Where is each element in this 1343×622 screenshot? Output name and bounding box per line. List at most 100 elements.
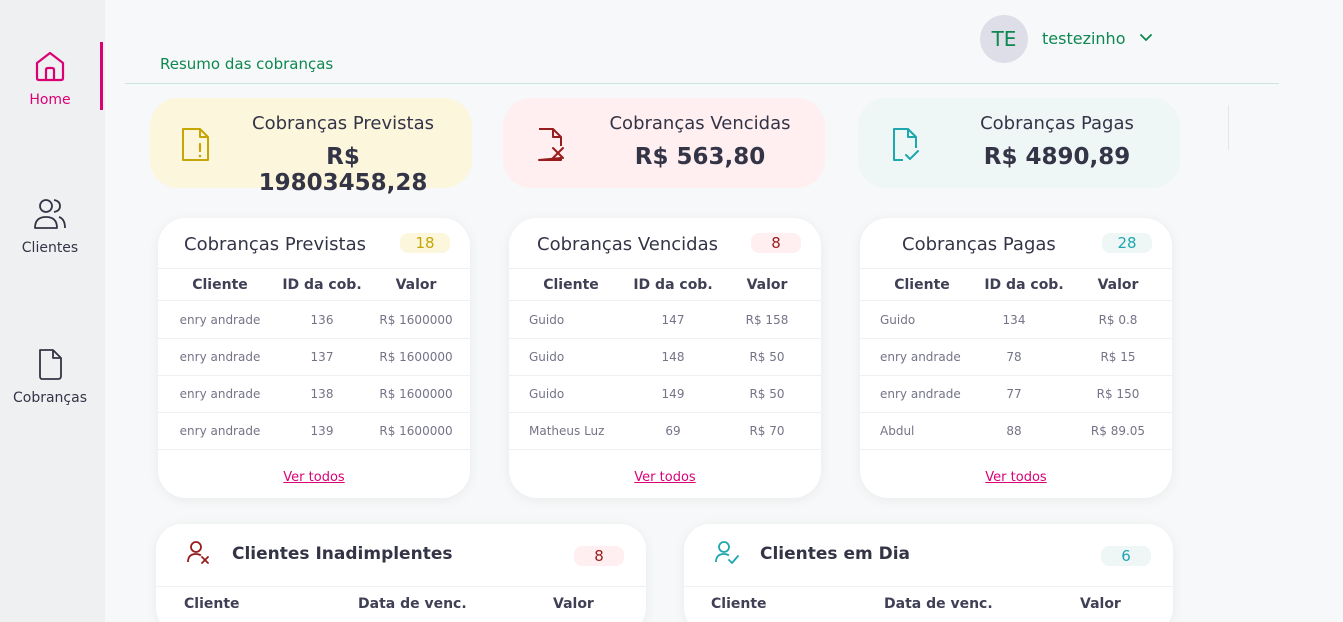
summary-value: R$ 19803458,28 xyxy=(258,144,428,196)
column-header: ID da cob. xyxy=(633,277,713,293)
ver-todos-link[interactable]: Ver todos xyxy=(158,470,470,485)
cell-id: 69 xyxy=(665,424,681,438)
chevron-down-icon[interactable] xyxy=(1139,32,1153,44)
summary-label: Cobranças Pagas xyxy=(980,113,1134,134)
table-row[interactable]: Matheus Luz 69 R$ 70 xyxy=(509,413,821,450)
document-icon xyxy=(39,349,62,380)
column-header: Data de venc. xyxy=(358,596,467,612)
column-header: Data de venc. xyxy=(884,596,993,612)
ver-todos-link[interactable]: Ver todos xyxy=(509,470,821,485)
table-header: Cliente ID da cob. Valor xyxy=(860,268,1172,301)
sidebar: Home Clientes Cobranças xyxy=(0,0,105,622)
table-row[interactable]: Guido 148 R$ 50 xyxy=(509,339,821,376)
cell-id: 136 xyxy=(310,313,334,327)
cell-cliente: Guido xyxy=(880,313,916,327)
avatar[interactable]: TE xyxy=(980,15,1028,63)
table-row[interactable]: Guido 149 R$ 50 xyxy=(509,376,821,413)
count-badge: 8 xyxy=(751,233,801,253)
divider xyxy=(684,586,1173,587)
cell-cliente: enry andrade xyxy=(880,387,961,401)
column-header: Cliente xyxy=(192,277,248,293)
cell-cliente: Guido xyxy=(529,313,565,327)
table-row[interactable]: enry andrade 138 R$ 1600000 xyxy=(158,376,470,413)
sidebar-item-clientes[interactable]: Clientes xyxy=(0,196,100,256)
table-row[interactable]: enry andrade 137 R$ 1600000 xyxy=(158,339,470,376)
document-check-icon xyxy=(893,128,919,161)
table-header: Cliente ID da cob. Valor xyxy=(158,268,470,301)
document-alert-icon xyxy=(182,128,209,161)
cell-id: 78 xyxy=(1006,350,1022,364)
table-card-previstas: Cobranças Previstas 18 Cliente ID da cob… xyxy=(158,218,470,498)
sidebar-item-label: Cobranças xyxy=(12,390,87,406)
cell-cliente: enry andrade xyxy=(179,313,261,327)
count-badge: 6 xyxy=(1101,546,1151,566)
home-icon xyxy=(35,51,65,82)
column-header: Valor xyxy=(395,277,437,293)
column-header: ID da cob. xyxy=(984,277,1064,293)
divider xyxy=(156,586,646,587)
table-row[interactable]: enry andrade 139 R$ 1600000 xyxy=(158,413,470,450)
document-x-icon xyxy=(538,128,564,161)
cell-id: 148 xyxy=(661,350,685,364)
users-icon xyxy=(34,199,66,229)
table-row[interactable]: Guido 147 R$ 158 xyxy=(509,302,821,339)
cell-cliente: enry andrade xyxy=(880,350,961,364)
card-title: Clientes em Dia xyxy=(760,544,911,564)
user-check-icon xyxy=(715,541,739,564)
summary-value: R$ 4890,89 xyxy=(983,144,1131,170)
cell-id: 138 xyxy=(310,387,334,401)
sidebar-item-home[interactable]: Home xyxy=(0,48,100,108)
cell-id: 139 xyxy=(310,424,334,438)
summary-card-vencidas[interactable]: Cobranças Vencidas R$ 563,80 xyxy=(503,98,825,188)
page-title: Resumo das cobranças xyxy=(160,55,334,73)
client-card-em-dia: Clientes em Dia 6 Cliente Data de venc. … xyxy=(684,524,1173,622)
cell-id: 134 xyxy=(1002,313,1026,327)
table-row[interactable]: enry andrade 78 R$ 15 xyxy=(860,339,1172,376)
cell-id: 88 xyxy=(1006,424,1022,438)
cell-valor: R$ 1600000 xyxy=(379,350,453,364)
table-card-pagas: Cobranças Pagas 28 Cliente ID da cob. Va… xyxy=(860,218,1172,498)
column-header: Cliente xyxy=(184,596,240,612)
cell-id: 77 xyxy=(1006,387,1022,401)
column-header: ID da cob. xyxy=(282,277,362,293)
cell-cliente: enry andrade xyxy=(179,424,261,438)
sidebar-item-cobrancas[interactable]: Cobranças xyxy=(0,346,100,406)
column-header: Cliente xyxy=(894,277,950,293)
column-header: Valor xyxy=(1097,277,1139,293)
summary-value: R$ 563,80 xyxy=(634,144,766,170)
column-header: Cliente xyxy=(711,596,767,612)
table-card-vencidas: Cobranças Vencidas 8 Cliente ID da cob. … xyxy=(509,218,821,498)
count-badge: 18 xyxy=(400,233,450,253)
cell-cliente: enry andrade xyxy=(179,387,261,401)
cell-id: 147 xyxy=(661,313,685,327)
username[interactable]: testezinho xyxy=(1042,29,1125,48)
cell-valor: R$ 150 xyxy=(1096,387,1140,401)
cell-valor: R$ 1600000 xyxy=(379,313,453,327)
summary-label: Cobranças Previstas xyxy=(252,113,434,134)
summary-card-pagas[interactable]: Cobranças Pagas R$ 4890,89 xyxy=(858,98,1180,188)
table-header: Cliente ID da cob. Valor xyxy=(509,268,821,301)
table-row[interactable]: enry andrade 136 R$ 1600000 xyxy=(158,302,470,339)
card-title: Cobranças Vencidas xyxy=(537,234,719,255)
ver-todos-link[interactable]: Ver todos xyxy=(860,470,1172,485)
cell-id: 137 xyxy=(310,350,334,364)
table-row[interactable]: Guido 134 R$ 0.8 xyxy=(860,302,1172,339)
active-indicator xyxy=(100,42,103,110)
divider xyxy=(1228,105,1229,150)
count-badge: 28 xyxy=(1102,233,1152,253)
card-title: Clientes Inadimplentes xyxy=(232,544,453,564)
sidebar-item-label: Home xyxy=(29,92,71,108)
sidebar-item-label: Clientes xyxy=(21,240,79,256)
cell-valor: R$ 89.05 xyxy=(1090,424,1146,438)
cell-id: 149 xyxy=(661,387,685,401)
cell-valor: R$ 158 xyxy=(745,313,789,327)
header-divider xyxy=(125,83,1279,84)
summary-card-previstas[interactable]: Cobranças Previstas R$ 19803458,28 xyxy=(150,98,472,196)
cell-valor: R$ 50 xyxy=(749,387,785,401)
table-row[interactable]: enry andrade 77 R$ 150 xyxy=(860,376,1172,413)
table-row[interactable]: Abdul 88 R$ 89.05 xyxy=(860,413,1172,450)
cell-cliente: Guido xyxy=(529,350,565,364)
cell-cliente: Matheus Luz xyxy=(529,424,605,438)
column-header: Valor xyxy=(746,277,788,293)
column-header: Valor xyxy=(553,596,594,612)
